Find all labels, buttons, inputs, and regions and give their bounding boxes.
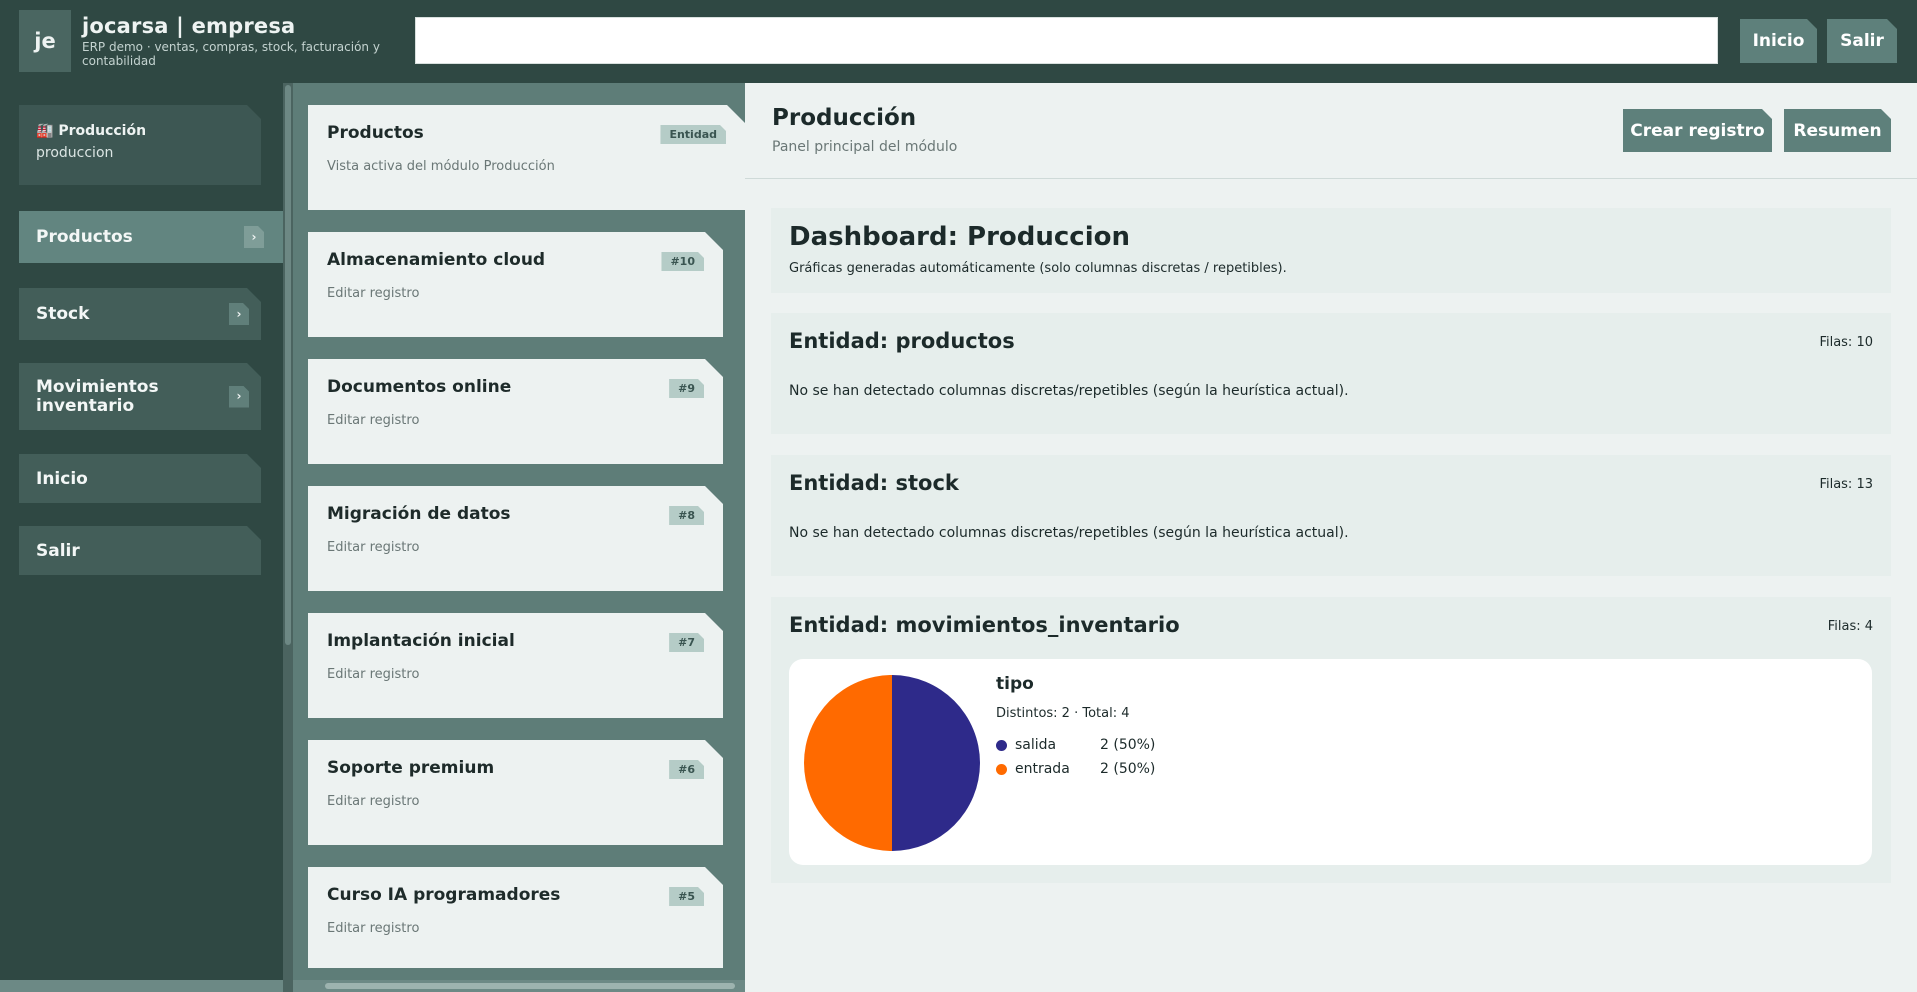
record-id-badge: #9 [669, 379, 704, 398]
main-content: Producción Panel principal del módulo Cr… [745, 83, 1917, 992]
dashboard-header: Dashboard: Produccion Gráficas generadas… [771, 208, 1891, 293]
page-subtitle: Panel principal del módulo [772, 139, 958, 155]
entity-message: No se han detectado columnas discretas/r… [789, 525, 1349, 541]
entity-title: Entidad: productos [789, 329, 1015, 353]
list-item[interactable]: Implantación inicial Editar registro #7 [308, 613, 723, 718]
list-item[interactable]: Documentos online Editar registro #9 [308, 359, 723, 464]
list-item-title: Curso IA programadores [327, 885, 561, 905]
list-item-subtitle: Editar registro [327, 921, 420, 936]
pie-slice-salida [892, 675, 980, 851]
logo: je [19, 10, 71, 72]
sidebar-item-label: Productos [36, 227, 133, 247]
chevron-right-icon: › [244, 226, 264, 248]
entity-section-movimientos-inventario: Entidad: movimientos_inventario Filas: 4… [771, 597, 1891, 883]
sidebar-item-productos[interactable]: Productos › [19, 211, 283, 263]
pie-chart [804, 675, 980, 851]
legend-label: salida [1015, 737, 1057, 753]
chevron-right-icon: › [229, 303, 249, 325]
sidebar-item-inicio[interactable]: Inicio [19, 454, 261, 503]
legend-swatch [996, 763, 1007, 775]
list-item[interactable]: Curso IA programadores Editar registro #… [308, 867, 723, 968]
record-id-badge: #7 [669, 633, 704, 652]
record-id-badge: #6 [669, 760, 704, 779]
entity-title: Entidad: movimientos_inventario [789, 613, 1180, 637]
entity-section-stock: Entidad: stock Filas: 13 No se han detec… [771, 455, 1891, 576]
list-item[interactable]: Soporte premium Editar registro #6 [308, 740, 723, 845]
sidebar-item-label: Salir [36, 540, 80, 561]
app-title: jocarsa | empresa [82, 14, 296, 38]
sidebar: 🏭 Producción produccion Productos › Stoc… [0, 83, 283, 992]
sidebar-item-movimientos-inventario[interactable]: Movimientos inventario › [19, 363, 261, 430]
module-card: 🏭 Producción produccion [19, 105, 261, 185]
row-count: Filas: 10 [1819, 335, 1873, 350]
list-item-subtitle: Vista activa del módulo Producción [327, 159, 555, 174]
sidebar-item-label: Movimientos inventario [36, 376, 159, 416]
pie-chart-card: tipo Distintos: 2 · Total: 4 salida 2 (5… [789, 659, 1872, 865]
chart-meta: Distintos: 2 · Total: 4 [996, 706, 1130, 721]
list-item-title: Almacenamiento cloud [327, 250, 546, 270]
row-count: Filas: 4 [1827, 619, 1873, 634]
entity-message: No se han detectado columnas discretas/r… [789, 383, 1349, 399]
search-input[interactable] [415, 17, 1718, 64]
summary-button[interactable]: Resumen [1784, 109, 1891, 152]
list-item[interactable]: Almacenamiento cloud Editar registro #10 [308, 232, 723, 337]
legend-item: entrada 2 (50%) [996, 761, 1155, 777]
scrollbar-thumb[interactable] [325, 983, 735, 989]
module-name: Producción [58, 123, 147, 139]
legend-value: 2 (50%) [1100, 761, 1156, 777]
entity-title: Entidad: stock [789, 471, 959, 495]
record-list: Productos Vista activa del módulo Produc… [293, 83, 745, 992]
legend-item: salida 2 (50%) [996, 737, 1155, 753]
top-bar: je jocarsa | empresa ERP demo · ventas, … [0, 0, 1917, 83]
list-item-subtitle: Editar registro [327, 413, 420, 428]
create-record-button[interactable]: Crear registro [1623, 109, 1772, 152]
record-id-badge: #10 [661, 252, 704, 271]
legend-value: 2 (50%) [1100, 737, 1156, 753]
list-item-subtitle: Editar registro [327, 794, 420, 809]
sidebar-horizontal-scrollbar[interactable] [0, 980, 283, 992]
list-item[interactable]: Migración de datos Editar registro #8 [308, 486, 723, 591]
list-item-title: Documentos online [327, 377, 512, 397]
dashboard-title: Dashboard: Produccion [789, 222, 1130, 252]
sidebar-item-label: Stock [36, 304, 90, 324]
module-title: 🏭 Producción [36, 123, 244, 139]
sidebar-scrollbar[interactable] [283, 83, 293, 992]
list-item-title: Soporte premium [327, 758, 495, 778]
factory-icon: 🏭 [36, 123, 54, 139]
list-item-subtitle: Editar registro [327, 540, 420, 555]
app-subtitle: ERP demo · ventas, compras, stock, factu… [82, 40, 380, 68]
list-item-subtitle: Editar registro [327, 667, 420, 682]
legend-label: entrada [1015, 761, 1070, 777]
page-header: Producción Panel principal del módulo Cr… [745, 83, 1917, 179]
list-item-title: Migración de datos [327, 504, 511, 524]
page-title: Producción [772, 105, 917, 131]
salir-button[interactable]: Salir [1827, 19, 1897, 63]
record-id-badge: #5 [669, 887, 704, 906]
record-id-badge: #8 [669, 506, 704, 525]
list-item-active-entity[interactable]: Productos Vista activa del módulo Produc… [308, 105, 745, 210]
entity-section-productos: Entidad: productos Filas: 10 No se han d… [771, 313, 1891, 434]
list-item-title: Implantación inicial [327, 631, 515, 651]
list-horizontal-scrollbar[interactable] [293, 980, 745, 992]
sidebar-item-stock[interactable]: Stock › [19, 288, 261, 340]
sidebar-item-salir[interactable]: Salir [19, 526, 261, 575]
row-count: Filas: 13 [1819, 477, 1873, 492]
legend-swatch [996, 739, 1007, 751]
brand: jocarsa | empresa ERP demo · ventas, com… [82, 14, 382, 68]
chart-title: tipo [996, 674, 1034, 694]
entity-badge: Entidad [660, 125, 726, 144]
module-slug: produccion [36, 145, 114, 161]
list-item-subtitle: Editar registro [327, 286, 420, 301]
dashboard-subtitle: Gráficas generadas automáticamente (solo… [789, 261, 1287, 276]
chevron-right-icon: › [229, 386, 249, 408]
inicio-button[interactable]: Inicio [1740, 19, 1817, 63]
pie-slice-entrada [804, 675, 892, 851]
scrollbar-thumb[interactable] [285, 85, 291, 645]
sidebar-item-label: Inicio [36, 468, 88, 489]
